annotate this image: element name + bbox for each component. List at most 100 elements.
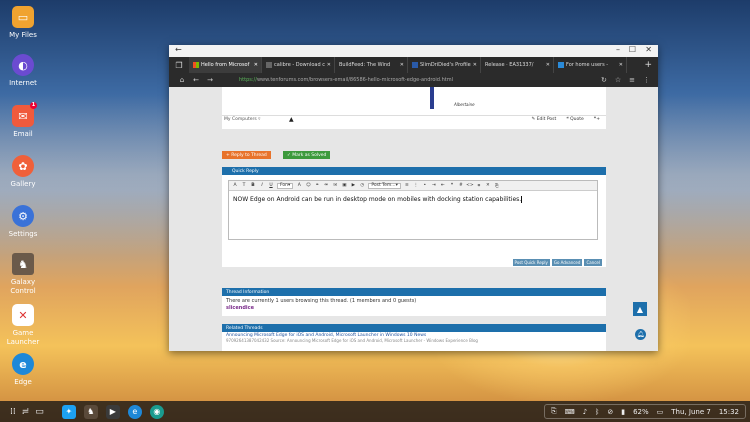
tab-close-icon[interactable]: ✕ [254,62,258,68]
quick-reply-panel: A T B I U Fon ▾ A ☺ ⚭ ⚮ ✉ ▣ ▶ ◷ Post Tem… [222,175,606,267]
multi-quote-icon[interactable]: ❞+ [594,117,600,122]
new-tab-button[interactable]: + [627,57,658,73]
browsing-user-link[interactable]: slicendice [222,305,606,311]
desktop-icon-game-launcher[interactable]: ✕ Game Launcher [0,304,46,347]
html-icon[interactable]: <> [466,183,474,189]
underline-icon[interactable]: U [268,183,274,189]
spoiler-icon[interactable]: ✕ [485,183,491,189]
tab-release[interactable]: Release · EA31337/ ✕ [481,57,554,73]
battery-level: 62% [633,407,649,416]
notification-bell-icon[interactable]: 🔔︎ [635,329,646,340]
refresh-icon[interactable]: ↻ [601,76,607,84]
font-select[interactable]: Fon ▾ [277,182,294,189]
quick-link-icon[interactable]: ⎘ [494,183,500,189]
back-icon[interactable]: ← [189,76,203,84]
desktop-icon-internet[interactable]: ◐ Internet [0,54,46,88]
home-icon[interactable]: ⌂ [175,76,189,84]
desktop-icon-label: Edge [14,378,32,386]
maximize-button[interactable]: ☐ [629,45,636,54]
smilies-icon[interactable]: ☺ [305,183,311,189]
email-link-icon[interactable]: ✉ [332,183,338,189]
desktop-icon-edge[interactable]: e Edge [0,353,46,387]
home-icon[interactable]: ▭ [35,405,44,419]
game-avatar-icon[interactable]: ♞ [83,404,98,419]
link-icon[interactable]: ⚭ [314,183,320,189]
system-tray[interactable]: ⎘ ⌨ ♪ ᛒ ⊘ ▮ 62% ▭ Thu, June 7 15:32 [543,404,746,419]
tab-buildfeed[interactable]: BuildFeed: The Wind ✕ [335,57,408,73]
image-icon[interactable]: ▣ [341,183,347,189]
tab-title: SlimDriDied's Profile [420,62,471,68]
report-warning-icon[interactable]: ▲ [289,116,294,123]
reply-editor: A T B I U Fon ▾ A ☺ ⚭ ⚮ ✉ ▣ ▶ ◷ Post Tem… [228,180,598,240]
italic-icon[interactable]: I [259,183,265,189]
tab-close-icon[interactable]: ✕ [619,62,623,68]
recent-apps-icon[interactable]: ≓ [22,405,30,419]
signal-icon: ▮ [621,407,626,416]
quote-icon[interactable]: ❝ [449,183,455,189]
tab-calibre[interactable]: calibre - Download c ✕ [262,57,335,73]
reply-text: NOW Edge on Android can be run in deskto… [233,196,522,203]
back-arrow-icon[interactable]: ← [175,45,182,54]
switch-mode-icon[interactable]: A [232,183,238,189]
browser-icon[interactable]: ◉ [149,404,164,419]
unordered-list-icon[interactable]: • [422,183,428,189]
desktop-icon-email[interactable]: ✉ 1 Email [0,102,46,139]
desktop-icon-galaxy-control[interactable]: ♞ Galaxy Control [0,253,46,296]
tab-close-icon[interactable]: ✕ [473,62,477,68]
my-computers-link[interactable]: My Computers ▿ [224,117,260,122]
reply-to-thread-button[interactable]: + Reply to Thread [222,151,271,159]
indent-icon[interactable]: ⇥ [431,183,437,189]
edge-icon[interactable]: e [127,404,142,419]
mark-as-solved-button[interactable]: ✓ Mark as Solved [283,151,331,159]
gear-icon: ⚙ [12,205,34,227]
outdent-icon[interactable]: ⇤ [440,183,446,189]
favorite-star-icon[interactable]: ☆ [615,76,621,84]
tab-close-icon[interactable]: ✕ [400,62,404,68]
reading-list-icon[interactable]: ≡ [629,76,635,84]
cancel-button[interactable]: Cancel [584,259,602,266]
align-left-icon[interactable]: ≡ [404,183,410,189]
desktop-icon-label: Game Launcher [6,329,40,346]
address-bar-actions: ↻ ☆ ≡ ⋮ [601,76,650,84]
url-field[interactable]: https://www.tenforums.com/browsers-email… [239,77,453,83]
desktop-icon-my-files[interactable]: ▭ My Files [0,6,46,40]
post-template-select[interactable]: Post Tem... ▾ [368,182,401,189]
clock-icon[interactable]: ◷ [359,183,365,189]
post-quick-reply-button[interactable]: Post Quick Reply [512,259,550,266]
keyboard-icon[interactable]: ⌨ [565,408,575,416]
reply-textarea[interactable]: NOW Edge on Android can be run in deskto… [229,191,597,208]
tab-close-icon[interactable]: ✕ [327,62,331,68]
bold-icon[interactable]: B [250,183,256,189]
more-menu-icon[interactable]: ⋮ [643,76,650,84]
tab-home-users[interactable]: For home users - ✕ [554,57,627,73]
desktop-icon-settings[interactable]: ⚙ Settings [0,205,46,239]
tab-close-icon[interactable]: ✕ [546,62,550,68]
play-store-icon[interactable]: ▶ [105,404,120,419]
apps-grid-icon[interactable]: ⁞⁞ [10,405,16,419]
close-button[interactable]: ✕ [645,45,652,54]
related-threads-header: Related Threads [222,324,606,332]
go-advanced-button[interactable]: Go Advanced [551,259,583,266]
desktop-icon-gallery[interactable]: ✿ Gallery [0,155,46,189]
planet-icon: ◐ [12,54,34,76]
edit-post-button[interactable]: ✎ Edit Post [531,117,556,122]
ordered-list-icon[interactable]: ⋮ [413,183,419,189]
twitter-icon[interactable]: ✦ [61,404,76,419]
forward-icon[interactable]: → [203,76,217,84]
tab-overview-icon[interactable]: ❐ [169,57,189,73]
tab-profile[interactable]: SlimDriDied's Profile ✕ [408,57,481,73]
screenshot-icon[interactable]: ⎘ [551,407,557,416]
remove-format-icon[interactable]: T [241,183,247,189]
tab-hello-microsoft[interactable]: Hello from Microsof ✕ [189,57,262,73]
volume-icon[interactable]: ♪ [583,408,587,416]
code-icon[interactable]: # [458,183,464,189]
php-icon[interactable]: ⌗ [476,183,482,189]
folder-icon: ▭ [12,6,34,28]
quote-button[interactable]: ❝ Quote [566,117,584,122]
video-icon[interactable]: ▶ [350,183,356,189]
favicon-icon [558,62,564,68]
minimize-button[interactable]: – [616,45,620,54]
scroll-to-top-button[interactable]: ▲ [633,302,647,316]
text-color-icon[interactable]: A [296,183,302,189]
unlink-icon[interactable]: ⚮ [323,183,329,189]
